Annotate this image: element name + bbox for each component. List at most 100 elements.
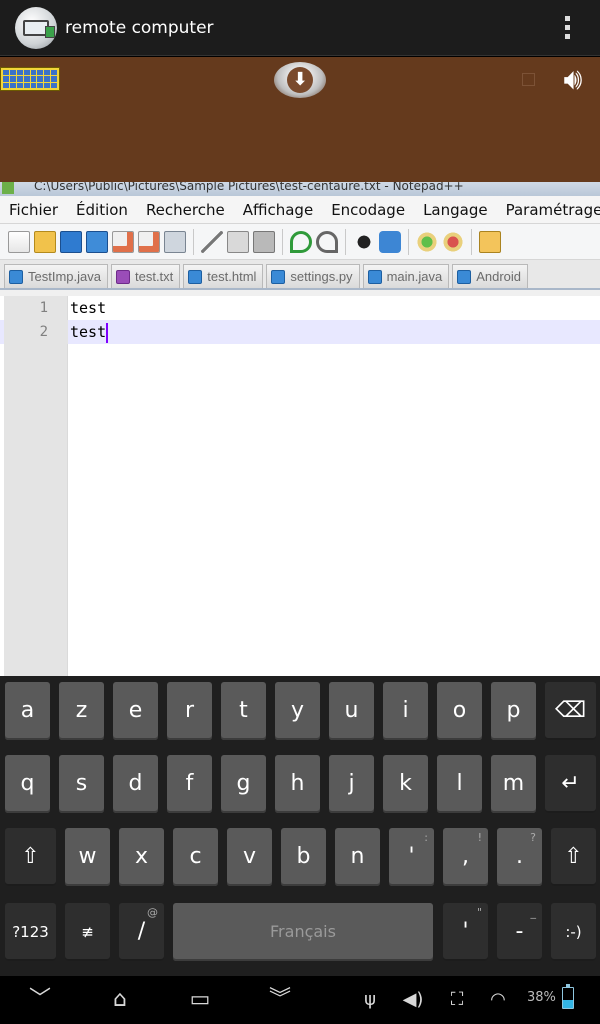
key-dash[interactable]: _ - bbox=[497, 903, 542, 961]
replace-icon[interactable] bbox=[379, 230, 401, 253]
cut-icon[interactable] bbox=[201, 230, 223, 253]
keyboard-settings-key[interactable]: ≢ bbox=[65, 903, 110, 961]
key-l[interactable]: l bbox=[437, 755, 482, 813]
key-i[interactable]: i bbox=[383, 682, 428, 740]
shift-left-key[interactable]: ⇧ bbox=[5, 828, 56, 886]
shift-right-key[interactable]: ⇧ bbox=[551, 828, 596, 886]
editor-line[interactable]: 1 test bbox=[0, 296, 600, 320]
editor-lines: 1 test 2 test bbox=[0, 296, 600, 344]
key-k[interactable]: k bbox=[383, 755, 428, 813]
key-b[interactable]: b bbox=[281, 828, 326, 886]
text-editor[interactable]: 1 test 2 test bbox=[0, 296, 600, 676]
volume-icon[interactable]: ◀) bbox=[398, 986, 428, 1014]
toolbar-separator bbox=[193, 228, 194, 255]
recent-apps-icon[interactable]: ▭ bbox=[180, 986, 220, 1014]
key-t[interactable]: t bbox=[221, 682, 266, 740]
key-e[interactable]: e bbox=[113, 682, 158, 740]
key-m[interactable]: m bbox=[491, 755, 536, 813]
soft-keyboard: a z e r t y u i o p ⌫ q s d f g h j k l … bbox=[0, 676, 600, 976]
key-p[interactable]: p bbox=[491, 682, 536, 740]
file-tabs: TestImp.java test.txt test.html settings… bbox=[0, 260, 600, 290]
key-slash[interactable]: @ / bbox=[119, 903, 164, 961]
paste-icon[interactable] bbox=[253, 230, 275, 253]
toolbar-separator bbox=[471, 228, 472, 255]
editor-line-current[interactable]: 2 test bbox=[0, 320, 600, 344]
symbols-key[interactable]: ?123 bbox=[5, 903, 56, 961]
tab-label: settings.py bbox=[290, 269, 353, 284]
battery-percentage: 38% bbox=[527, 990, 556, 1005]
menu-affichage[interactable]: Affichage bbox=[234, 196, 322, 224]
save-icon bbox=[9, 269, 23, 284]
open-file-icon[interactable] bbox=[34, 230, 56, 253]
remote-desktop-icon[interactable] bbox=[15, 6, 57, 49]
line-number-gutter bbox=[4, 296, 68, 676]
smiley-key[interactable]: :-) bbox=[551, 903, 596, 961]
find-icon[interactable] bbox=[353, 230, 375, 253]
tab-main-java[interactable]: main.java bbox=[362, 264, 450, 288]
wifi-icon: ◠ bbox=[490, 989, 506, 1010]
key-w[interactable]: w bbox=[65, 828, 110, 886]
save-icon[interactable] bbox=[60, 230, 82, 253]
key-j[interactable]: j bbox=[329, 755, 374, 813]
menu-edition[interactable]: Édition bbox=[67, 196, 137, 224]
key-x[interactable]: x bbox=[119, 828, 164, 886]
key-c[interactable]: c bbox=[173, 828, 218, 886]
menu-langage[interactable]: Langage bbox=[414, 196, 497, 224]
save-all-icon[interactable] bbox=[86, 230, 108, 253]
key-comma[interactable]: !, bbox=[443, 828, 488, 886]
print-icon[interactable] bbox=[164, 230, 186, 253]
space-bar[interactable]: Français bbox=[173, 903, 433, 961]
tab-settings-py[interactable]: settings.py bbox=[266, 264, 360, 288]
key-apostrophe-2[interactable]: " ' bbox=[443, 903, 488, 961]
key-a[interactable]: a bbox=[5, 682, 50, 740]
tab-android[interactable]: Android bbox=[452, 264, 529, 288]
zoom-out-icon[interactable] bbox=[442, 230, 464, 253]
toolbar-separator bbox=[282, 228, 283, 255]
download-arrow-icon[interactable]: ⬇ bbox=[274, 62, 326, 98]
enter-key[interactable]: ↵ bbox=[545, 755, 596, 813]
key-n[interactable]: n bbox=[335, 828, 380, 886]
key-f[interactable]: f bbox=[167, 755, 212, 813]
keyboard-icon[interactable] bbox=[0, 67, 60, 91]
sync-scroll-icon[interactable] bbox=[479, 230, 501, 253]
tab-test-html[interactable]: test.html bbox=[183, 264, 264, 288]
menu-recherche[interactable]: Recherche bbox=[137, 196, 234, 224]
key-s[interactable]: s bbox=[59, 755, 104, 813]
menu-fichier[interactable]: Fichier bbox=[0, 196, 67, 224]
menu-encodage[interactable]: Encodage bbox=[322, 196, 414, 224]
home-icon[interactable]: ⌂ bbox=[98, 986, 142, 1014]
new-file-icon[interactable] bbox=[8, 230, 30, 253]
key-g[interactable]: g bbox=[221, 755, 266, 813]
screenshot-icon[interactable]: ⛶ bbox=[443, 986, 471, 1014]
key-o[interactable]: o bbox=[437, 682, 482, 740]
save-icon bbox=[271, 269, 286, 284]
tab-testimp-java[interactable]: TestImp.java bbox=[4, 264, 108, 288]
overflow-menu-icon[interactable] bbox=[552, 13, 582, 43]
key-period[interactable]: ?. bbox=[497, 828, 542, 886]
usb-icon: ψ bbox=[364, 989, 376, 1010]
key-v[interactable]: v bbox=[227, 828, 272, 886]
tab-test-txt[interactable]: test.txt bbox=[110, 264, 181, 288]
redo-icon[interactable] bbox=[316, 230, 338, 253]
key-u[interactable]: u bbox=[329, 682, 374, 740]
menu-parametrage[interactable]: Paramétrage bbox=[497, 196, 600, 224]
key-r[interactable]: r bbox=[167, 682, 212, 740]
key-d[interactable]: d bbox=[113, 755, 158, 813]
zoom-in-icon[interactable] bbox=[416, 230, 438, 253]
backspace-key[interactable]: ⌫ bbox=[545, 682, 596, 740]
hide-keyboard-icon[interactable]: ︾ bbox=[258, 986, 302, 1014]
undo-icon[interactable] bbox=[290, 230, 312, 253]
speaker-icon[interactable]: 🔊︎ bbox=[550, 62, 596, 98]
toolbar bbox=[0, 224, 600, 260]
key-y[interactable]: y bbox=[275, 682, 320, 740]
action-bar: remote computer bbox=[0, 0, 600, 56]
copy-icon[interactable] bbox=[227, 230, 249, 253]
key-apostrophe[interactable]: : ' bbox=[389, 828, 434, 886]
back-icon[interactable]: ﹀ bbox=[20, 986, 60, 1014]
close-file-icon[interactable] bbox=[112, 230, 134, 253]
close-all-icon[interactable] bbox=[138, 230, 160, 253]
key-h[interactable]: h bbox=[275, 755, 320, 813]
shift-icon: ⇧ bbox=[21, 844, 40, 869]
key-z[interactable]: z bbox=[59, 682, 104, 740]
key-q[interactable]: q bbox=[5, 755, 50, 813]
